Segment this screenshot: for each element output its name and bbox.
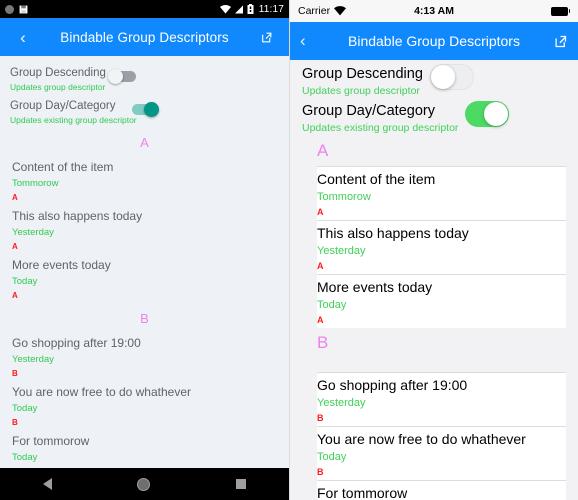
item-title: Go shopping after 19:00	[317, 377, 468, 393]
record-dot-icon	[5, 4, 14, 14]
ios-nav-bar: ‹ Bindable Group Descriptors	[290, 22, 578, 60]
group-descending-toggle[interactable]	[430, 64, 474, 90]
android-phone-panel: 11:17 ‹ Bindable Group Descriptors Group…	[0, 0, 289, 500]
group-day-category-toggle[interactable]	[132, 102, 159, 117]
item-tag: A	[317, 207, 324, 217]
item-date: Today	[317, 299, 347, 311]
item-date: Today	[12, 452, 38, 463]
wifi-icon	[334, 6, 347, 16]
item-title: For tommorow	[12, 434, 90, 448]
item-title: Content of the item	[317, 171, 436, 187]
item-tag: B	[12, 369, 18, 378]
item-date: Yesterday	[317, 397, 366, 409]
item-title: This also happens today	[317, 225, 469, 241]
switch-sublabel: Updates existing group descriptor	[10, 115, 137, 125]
group-header-a: A	[140, 135, 149, 150]
group-header-a: A	[290, 136, 578, 166]
back-button[interactable]: ‹	[300, 31, 330, 51]
back-button[interactable]: ‹	[8, 29, 38, 46]
item-tag: A	[317, 315, 324, 325]
android-status-left-icons	[5, 4, 28, 14]
wifi-icon	[219, 4, 231, 13]
ios-content: Group Descending Updates group descripto…	[290, 60, 578, 500]
open-in-new-icon	[555, 35, 567, 47]
carrier-label: Carrier	[298, 5, 331, 17]
page-title: Bindable Group Descriptors	[60, 29, 229, 45]
list-item[interactable]: For tommorow Today B	[0, 430, 289, 468]
android-navigation-bar	[0, 468, 289, 500]
back-triangle-icon[interactable]	[42, 478, 52, 490]
ios-carrier-group: Carrier	[298, 5, 347, 17]
group-header-b: B	[290, 328, 578, 358]
group-spacer	[290, 358, 578, 372]
item-date: Today	[12, 403, 38, 414]
item-tag: A	[12, 242, 18, 251]
item-title: Go shopping after 19:00	[12, 336, 141, 350]
save-icon	[19, 5, 28, 13]
item-title: Content of the item	[12, 160, 114, 174]
item-tag: B	[317, 413, 324, 423]
item-tag: A	[12, 291, 18, 300]
android-status-right-icons: 11:17	[219, 3, 284, 15]
page-title: Bindable Group Descriptors	[348, 33, 520, 49]
item-date: Yesterday	[317, 245, 366, 257]
ios-phone-panel: Carrier 4:13 AM ‹ Bindable Group Descrip…	[289, 0, 578, 500]
battery-icon	[550, 6, 570, 16]
item-date: Today	[317, 451, 347, 463]
list-item[interactable]: You are now free to do whathever Today B	[317, 426, 566, 480]
switch-sublabel: Updates existing group descriptor	[302, 122, 459, 134]
ios-switch-row-group-day-category[interactable]: Group Day/Category Updates existing grou…	[290, 99, 578, 136]
item-date: Tommorow	[317, 191, 371, 203]
switch-label: Group Descending	[10, 67, 106, 79]
list-item[interactable]: More events today Today A	[0, 254, 289, 303]
ios-status-bar: Carrier 4:13 AM	[290, 0, 578, 22]
item-date: Yesterday	[12, 354, 54, 365]
item-tag: B	[12, 418, 18, 427]
item-tag: B	[317, 467, 324, 477]
switch-label: Group Day/Category	[302, 103, 435, 119]
item-date: Tommorow	[12, 178, 59, 189]
group-header-b: B	[140, 311, 149, 326]
android-switch-row-group-day-category[interactable]: Group Day/Category Updates existing grou…	[0, 94, 289, 127]
item-date: Today	[12, 276, 38, 287]
android-switch-row-group-descending[interactable]: Group Descending Updates group descripto…	[0, 61, 289, 94]
toggle-knob	[484, 102, 508, 126]
android-clock: 11:17	[258, 3, 284, 15]
list-item[interactable]: More events today Today A	[317, 274, 566, 328]
toggle-knob	[144, 102, 159, 117]
item-title: More events today	[317, 279, 433, 295]
toggle-knob	[431, 65, 455, 89]
recents-square-icon[interactable]	[236, 479, 247, 489]
item-tag: A	[317, 261, 324, 271]
item-title: You are now free to do whathever	[317, 431, 526, 447]
battery-icon	[247, 4, 254, 14]
item-tag: A	[12, 193, 18, 202]
home-circle-icon[interactable]	[137, 477, 151, 491]
ios-switch-row-group-descending[interactable]: Group Descending Updates group descripto…	[290, 60, 578, 99]
open-in-new-button[interactable]	[251, 31, 281, 44]
item-title: You are now free to do whathever	[12, 385, 192, 399]
list-item[interactable]: Content of the item Tommorow A	[317, 166, 566, 220]
list-item[interactable]: Go shopping after 19:00 Yesterday B	[317, 372, 566, 426]
list-item[interactable]: This also happens today Yesterday A	[0, 205, 289, 254]
group-descending-toggle[interactable]	[108, 69, 136, 84]
group-day-category-toggle[interactable]	[465, 101, 509, 127]
open-in-new-button[interactable]	[538, 34, 568, 49]
toggle-knob	[108, 69, 123, 84]
item-title: More events today	[12, 258, 111, 272]
list-item[interactable]: For tommorow Today B	[317, 480, 566, 500]
android-content: Group Descending Updates group descripto…	[0, 56, 289, 468]
list-item[interactable]: This also happens today Yesterday A	[317, 220, 566, 274]
android-status-bar: 11:17	[0, 0, 289, 18]
open-in-new-icon	[261, 32, 271, 42]
android-app-bar: ‹ Bindable Group Descriptors	[0, 18, 289, 56]
item-title: For tommorow	[317, 485, 408, 500]
item-date: Yesterday	[12, 227, 54, 238]
list-item[interactable]: Go shopping after 19:00 Yesterday B	[0, 332, 289, 381]
list-item[interactable]: Content of the item Tommorow A	[0, 156, 289, 205]
item-title: This also happens today	[12, 209, 143, 223]
list-item[interactable]: You are now free to do whathever Today B	[0, 381, 289, 430]
switch-sublabel: Updates group descriptor	[10, 82, 106, 92]
signal-icon	[234, 5, 243, 13]
